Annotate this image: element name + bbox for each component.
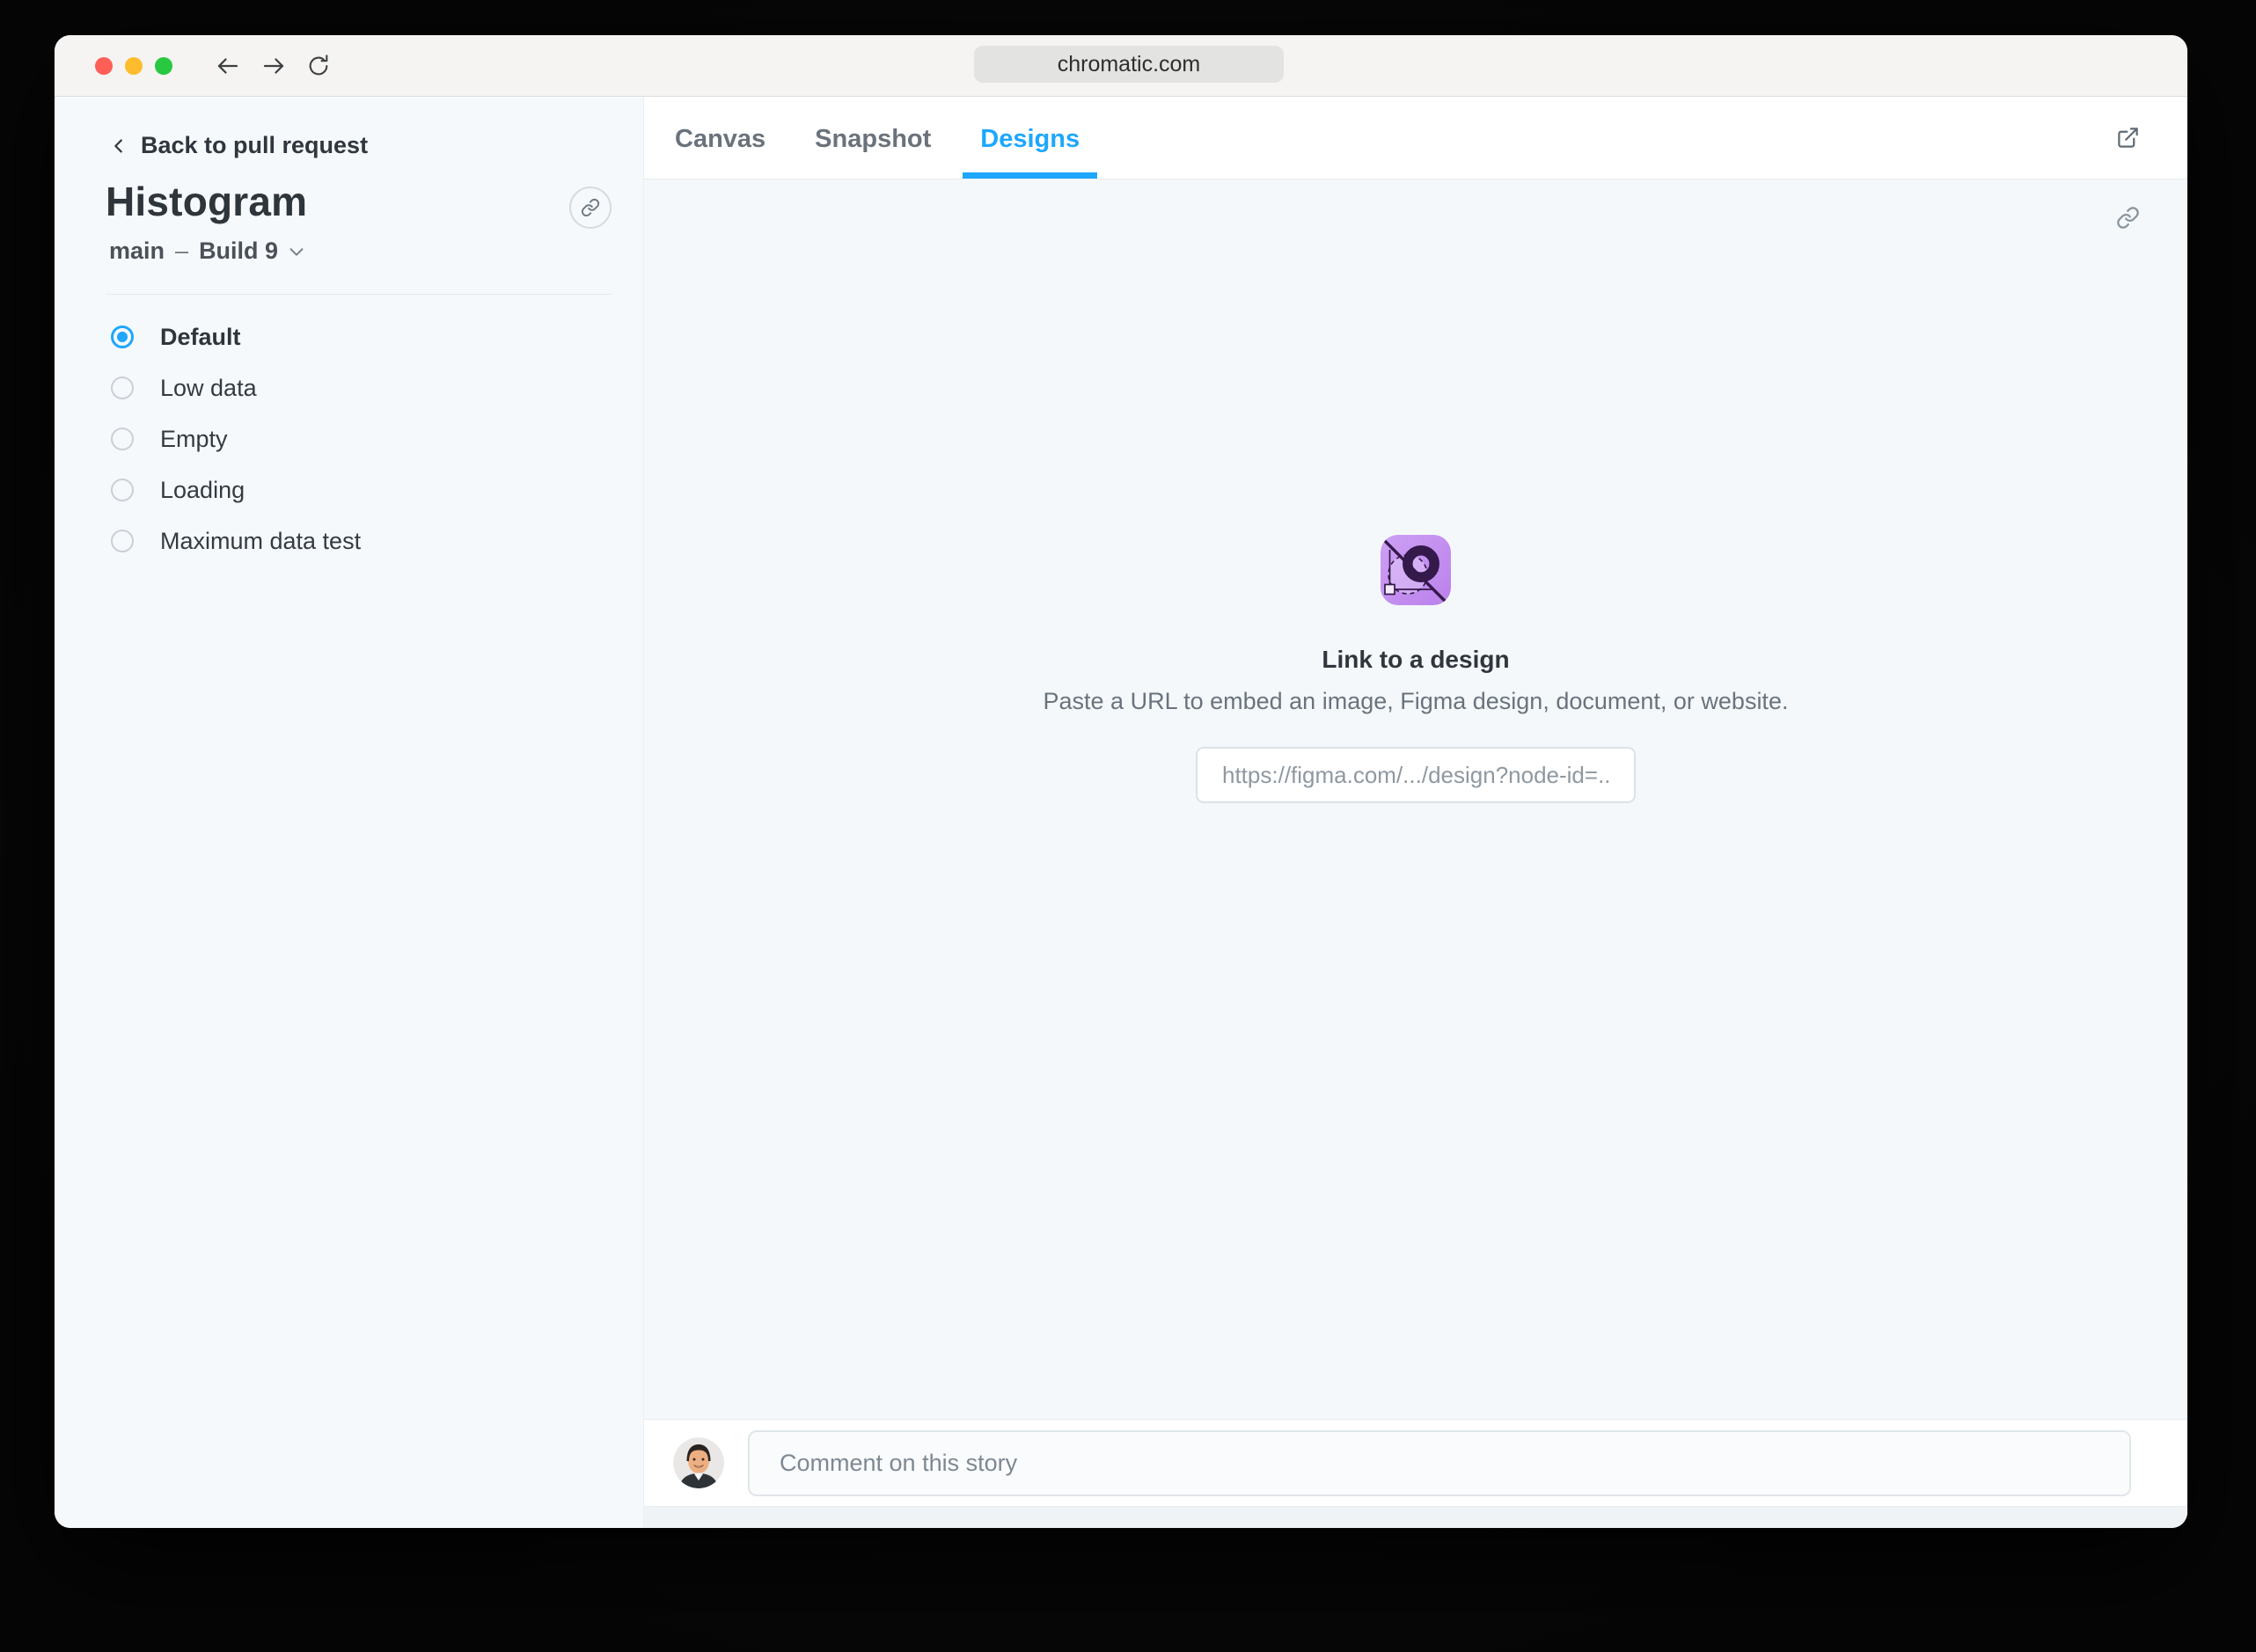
- browser-toolbar: chromatic.com: [55, 35, 2187, 97]
- build-selector[interactable]: Build 9: [199, 238, 306, 265]
- chevron-left-icon: [109, 136, 128, 156]
- radio-selected-icon: [111, 325, 134, 348]
- copy-link-button[interactable]: [569, 186, 612, 229]
- zoom-window-button[interactable]: [155, 56, 172, 75]
- designs-panel: Link to a design Paste a URL to embed an…: [644, 179, 2187, 1419]
- tab-label: Designs: [980, 124, 1080, 153]
- sidebar: Back to pull request Histogram main – Bu…: [55, 97, 644, 1528]
- window-footer-strip: [644, 1506, 2187, 1528]
- avatar: [673, 1437, 724, 1488]
- desktop-background: chromatic.com Back to pull request Histo…: [0, 0, 2256, 1652]
- browser-window: chromatic.com Back to pull request Histo…: [55, 35, 2187, 1528]
- link-icon: [2116, 206, 2140, 230]
- story-item-loading[interactable]: Loading: [111, 464, 617, 515]
- close-window-button[interactable]: [95, 56, 113, 75]
- story-label: Low data: [160, 374, 257, 401]
- story-title: Histogram: [106, 179, 308, 224]
- tab-label: Canvas: [675, 124, 766, 153]
- branch-build-row: main – Build 9: [109, 238, 306, 265]
- story-label: Empty: [160, 425, 228, 452]
- story-label: Loading: [160, 476, 245, 503]
- design-heading: Link to a design: [1322, 646, 1510, 673]
- link-design-empty-state: Link to a design Paste a URL to embed an…: [976, 535, 1856, 803]
- radio-icon: [111, 530, 134, 552]
- design-placeholder-icon: [1381, 535, 1451, 605]
- radio-icon: [111, 479, 134, 501]
- comment-bar: [644, 1419, 2187, 1506]
- radio-icon: [111, 428, 134, 450]
- sidebar-divider: [106, 294, 612, 295]
- main-panel: Canvas Snapshot Designs Link to a design…: [644, 97, 2187, 1528]
- tab-snapshot[interactable]: Snapshot: [797, 97, 949, 179]
- back-arrow-icon[interactable]: [215, 53, 241, 79]
- story-item-low-data[interactable]: Low data: [111, 362, 617, 413]
- link-icon: [581, 198, 600, 217]
- design-description: Paste a URL to embed an image, Figma des…: [1043, 688, 1789, 714]
- forward-arrow-icon[interactable]: [260, 53, 287, 79]
- radio-icon: [111, 376, 134, 399]
- branch-name: main: [109, 238, 165, 264]
- traffic-lights: [95, 56, 172, 75]
- story-item-empty[interactable]: Empty: [111, 413, 617, 464]
- browser-nav-controls: [215, 53, 331, 79]
- back-link-label: Back to pull request: [141, 132, 369, 158]
- dash-separator: –: [175, 238, 189, 264]
- design-url-input[interactable]: [1196, 747, 1636, 803]
- back-to-pull-request-link[interactable]: Back to pull request: [109, 132, 368, 159]
- external-link-icon: [2116, 126, 2140, 150]
- chevron-down-icon: [287, 242, 306, 261]
- refresh-icon[interactable]: [306, 54, 331, 78]
- story-item-maximum-data-test[interactable]: Maximum data test: [111, 515, 617, 567]
- story-label: Default: [160, 323, 241, 350]
- address-bar[interactable]: chromatic.com: [974, 46, 1284, 83]
- tab-bar: Canvas Snapshot Designs: [644, 97, 2187, 179]
- build-label: Build 9: [199, 238, 279, 264]
- url-text: chromatic.com: [1057, 51, 1201, 77]
- comment-input[interactable]: [748, 1429, 2131, 1496]
- story-list: Default Low data Empty Loading Maximum d…: [111, 311, 617, 567]
- minimize-window-button[interactable]: [125, 56, 143, 75]
- tab-designs[interactable]: Designs: [963, 97, 1098, 179]
- tab-label: Snapshot: [815, 124, 932, 153]
- story-label: Maximum data test: [160, 527, 362, 554]
- open-external-button[interactable]: [2116, 126, 2140, 150]
- copy-design-link-button[interactable]: [2116, 206, 2140, 230]
- story-item-default[interactable]: Default: [111, 311, 617, 362]
- tab-canvas[interactable]: Canvas: [657, 97, 783, 179]
